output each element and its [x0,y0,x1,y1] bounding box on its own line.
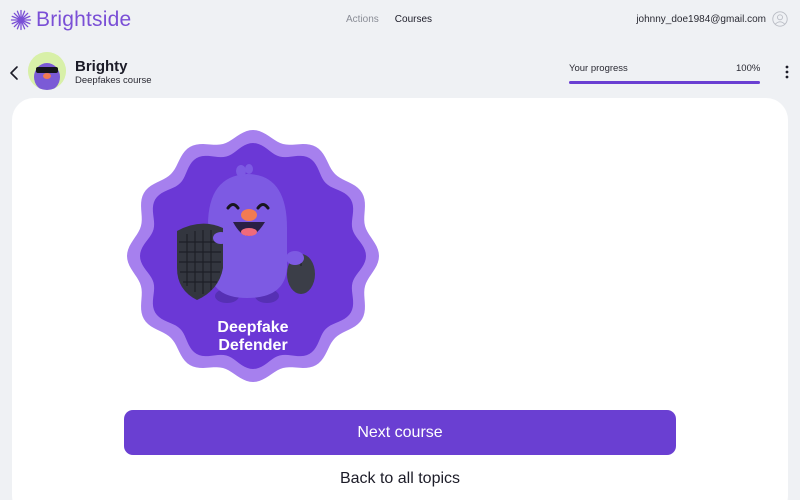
brand-name: Brightside [36,8,132,31]
course-subtitle: Deepfakes course [75,75,152,86]
badge-caption: Deepfake Defender [125,319,381,355]
brighty-sunglasses-icon [28,52,66,90]
progress-value: 100% [736,63,761,74]
progress-label: Your progress [569,63,628,74]
course-title: Brighty [75,58,128,75]
back-arrow-icon[interactable] [8,65,20,81]
progress-bar [569,81,760,84]
next-course-button[interactable]: Next course [124,410,676,455]
user-avatar-icon[interactable] [772,11,788,27]
more-options-icon[interactable] [783,64,791,80]
badge-title-line2: Defender [218,337,288,354]
course-header: Brighty Deepfakes course Your progress 1… [0,50,800,95]
nav-courses[interactable]: Courses [395,14,432,25]
course-avatar [28,52,66,90]
brand-logo[interactable]: Brightside [10,8,131,32]
top-nav: Brightside Actions Courses johnny_doe198… [0,0,800,40]
progress-bar-fill [569,81,760,84]
back-to-topics-link[interactable]: Back to all topics [124,470,676,488]
nav-actions[interactable]: Actions [346,14,379,25]
user-menu[interactable]: johnny_doe1984@gmail.com [636,11,788,27]
completion-card: Deepfake Defender Next course Back to al… [12,98,788,500]
user-email: johnny_doe1984@gmail.com [636,13,766,25]
badge-title-line1: Deepfake [217,319,289,336]
main-nav: Actions Courses [346,14,432,25]
brightside-logo-icon [10,9,32,31]
